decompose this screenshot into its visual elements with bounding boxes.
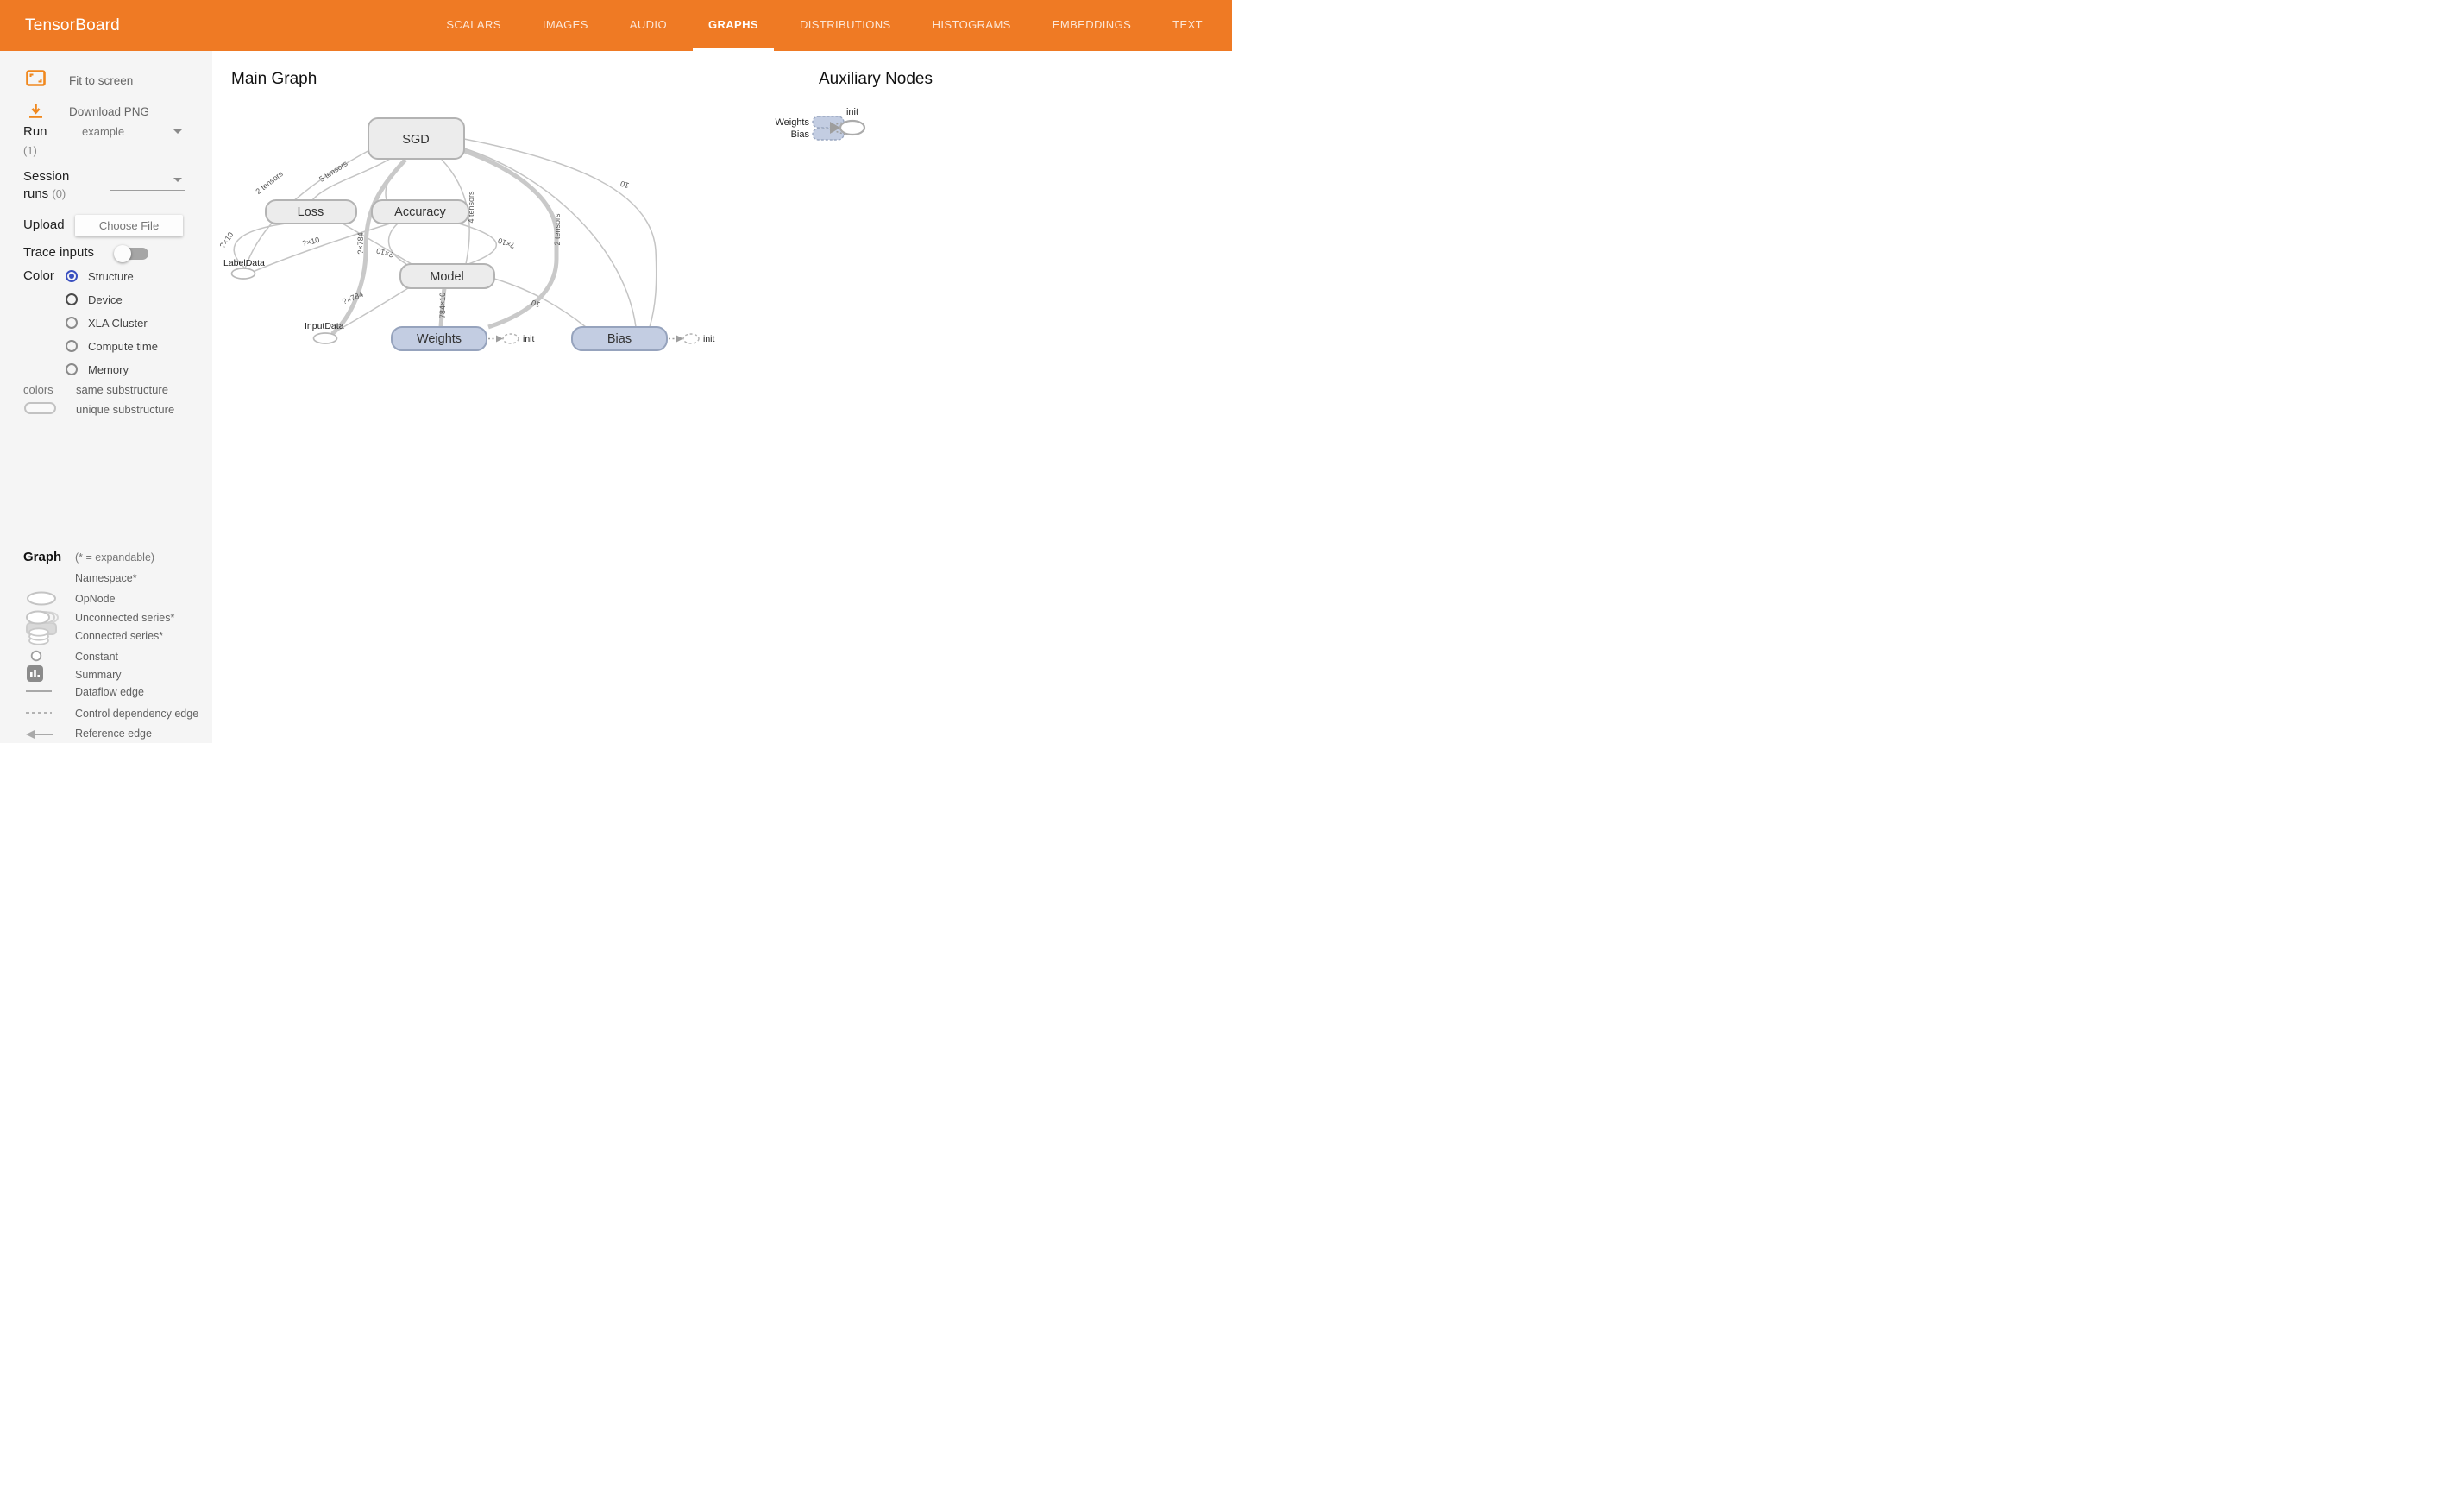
auxiliary-nodes-title: Auxiliary Nodes <box>819 70 933 89</box>
opnode-labeldata[interactable]: LabelData <box>223 258 265 279</box>
legend-note: (* = expandable) <box>75 551 154 564</box>
radio-structure-label[interactable]: Structure <box>88 270 134 283</box>
radio-xla-cluster[interactable] <box>66 317 78 329</box>
bias-init-stub[interactable]: init <box>669 334 715 344</box>
legend-item-summary: Summary <box>75 669 121 681</box>
svg-text:init: init <box>703 334 715 344</box>
legend-item-opnode: OpNode <box>75 593 116 605</box>
legend-item-namespace: Namespace* <box>75 572 137 584</box>
svg-text:Loss: Loss <box>298 205 324 219</box>
opnode-icon <box>25 591 58 606</box>
radio-device-label[interactable]: Device <box>88 293 123 306</box>
svg-text:InputData: InputData <box>305 321 344 331</box>
svg-text:784×10: 784×10 <box>438 293 447 318</box>
legend-item-unconnected-series: Unconnected series* <box>75 612 174 624</box>
node-loss[interactable]: Loss <box>266 200 356 224</box>
svg-text:Bias: Bias <box>607 332 632 346</box>
unique-substructure-label: unique substructure <box>76 403 174 416</box>
svg-text:Accuracy: Accuracy <box>394 205 446 219</box>
session-runs-count: (0) <box>52 187 66 200</box>
svg-text:init: init <box>846 107 858 117</box>
run-select[interactable]: example <box>82 125 124 138</box>
node-weights[interactable]: Weights <box>392 327 487 350</box>
run-select-caret[interactable] <box>173 129 182 134</box>
node-model[interactable]: Model <box>400 264 494 288</box>
legend-item-connected-series: Connected series* <box>75 630 163 642</box>
app-title: TensorBoard <box>25 0 120 51</box>
svg-text:LabelData: LabelData <box>223 258 265 268</box>
unconnected-series-icon <box>25 610 65 625</box>
summary-icon <box>27 665 43 682</box>
session-runs-label-line1: Session <box>23 169 69 184</box>
svg-text:?×10: ?×10 <box>301 236 320 249</box>
node-bias[interactable]: Bias <box>572 327 667 350</box>
trace-inputs-label: Trace inputs <box>23 245 94 260</box>
connected-series-icon <box>28 627 50 645</box>
radio-structure[interactable] <box>66 270 78 282</box>
app-toolbar: TensorBoard SCALARS IMAGES AUDIO GRAPHS … <box>0 0 1232 51</box>
color-by-label: Color <box>23 268 54 283</box>
choose-file-button[interactable]: Choose File <box>75 215 183 236</box>
toggle-knob[interactable] <box>114 245 131 262</box>
radio-xla-cluster-label[interactable]: XLA Cluster <box>88 317 148 330</box>
svg-text:Bias: Bias <box>791 129 810 140</box>
node-sgd[interactable]: SGD <box>368 118 464 159</box>
svg-text:?×784: ?×784 <box>356 232 365 254</box>
legend-item-reference-edge: Reference edge <box>75 727 152 740</box>
opnode-inputdata[interactable]: InputData <box>305 321 344 343</box>
tab-text[interactable]: TEXT <box>1157 0 1218 51</box>
svg-text:2 tensors: 2 tensors <box>553 213 562 246</box>
run-label: Run <box>23 124 47 139</box>
nav-tabs: SCALARS IMAGES AUDIO GRAPHS DISTRIBUTION… <box>431 0 1218 51</box>
svg-text:Weights: Weights <box>775 117 809 128</box>
radio-compute-time-label[interactable]: Compute time <box>88 340 158 353</box>
svg-text:Weights: Weights <box>417 332 462 346</box>
svg-text:?×10: ?×10 <box>497 236 516 250</box>
tab-audio[interactable]: AUDIO <box>614 0 682 51</box>
tab-scalars[interactable]: SCALARS <box>431 0 517 51</box>
legend-title: Graph <box>23 550 61 564</box>
legend-item-constant: Constant <box>75 651 118 663</box>
trace-inputs-toggle[interactable] <box>119 248 148 260</box>
session-select-caret[interactable] <box>173 178 182 182</box>
radio-compute-time[interactable] <box>66 340 78 352</box>
tab-graphs[interactable]: GRAPHS <box>693 0 774 51</box>
download-icon[interactable] <box>27 103 45 121</box>
svg-text:Model: Model <box>430 270 464 284</box>
svg-text:SGD: SGD <box>402 133 429 147</box>
legend-item-control-dependency-edge: Control dependency edge <box>75 708 198 720</box>
radio-memory-label[interactable]: Memory <box>88 363 129 376</box>
session-runs-label-line2: runs (0) <box>23 186 66 201</box>
tab-images[interactable]: IMAGES <box>527 0 604 51</box>
dataflow-edge-icon <box>26 688 52 695</box>
run-count: (1) <box>23 144 37 157</box>
radio-memory[interactable] <box>66 363 78 375</box>
graph-controls-sidebar: Fit to screen Download PNG Run (1) examp… <box>0 51 212 743</box>
graph-edge-labels: 2 tensors 5 tensors ?×10 ?×10 ?×784 ?×10… <box>218 159 631 318</box>
svg-text:2 tensors: 2 tensors <box>254 169 285 196</box>
radio-device[interactable] <box>66 293 78 305</box>
fit-to-screen-button[interactable]: Fit to screen <box>69 74 133 87</box>
download-png-button[interactable]: Download PNG <box>69 105 149 118</box>
tab-histograms[interactable]: HISTOGRAMS <box>917 0 1027 51</box>
svg-text:init: init <box>523 334 535 344</box>
tab-embeddings[interactable]: EMBEDDINGS <box>1037 0 1147 51</box>
weights-init-stub[interactable]: init <box>488 334 535 344</box>
upload-label: Upload <box>23 217 65 232</box>
control-dependency-edge-icon <box>26 709 52 716</box>
main-graph-title: Main Graph <box>231 70 317 89</box>
legend-item-dataflow-edge: Dataflow edge <box>75 686 144 698</box>
session-select[interactable] <box>110 190 185 191</box>
colors-label: colors <box>23 383 53 396</box>
node-accuracy[interactable]: Accuracy <box>372 200 468 224</box>
session-runs-word: runs <box>23 186 48 201</box>
constant-icon <box>30 650 42 662</box>
same-substructure-label: same substructure <box>76 383 168 396</box>
tab-distributions[interactable]: DISTRIBUTIONS <box>784 0 907 51</box>
fit-to-screen-icon[interactable] <box>26 70 46 86</box>
svg-text:?×10: ?×10 <box>218 230 236 249</box>
svg-text:10: 10 <box>619 179 631 190</box>
reference-edge-icon <box>26 728 53 740</box>
unique-substructure-swatch <box>24 402 56 414</box>
